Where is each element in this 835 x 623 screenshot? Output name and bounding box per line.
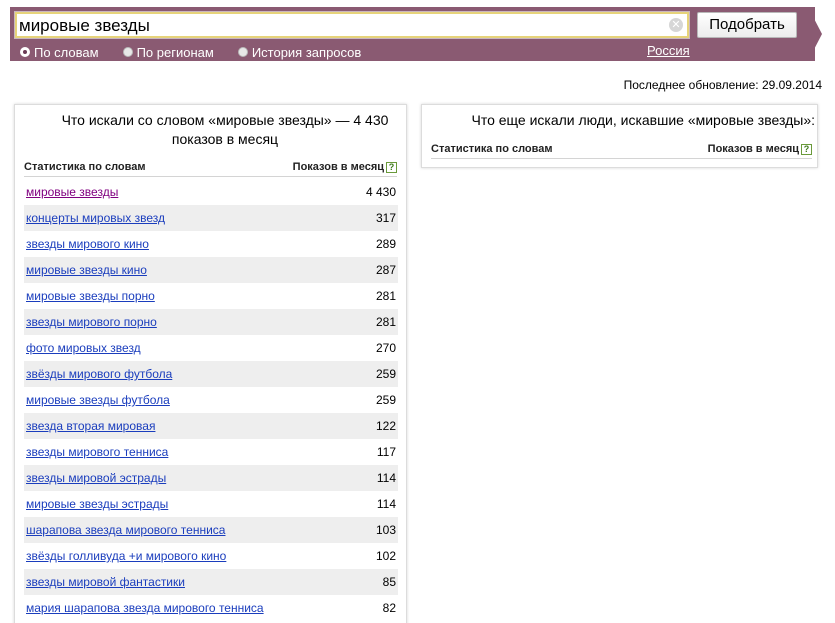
table-row: звёзды мирового футбола 259 [24,361,398,387]
column-count-header: Показов в месяц? [293,161,397,173]
left-table-header: Статистика по словам Показов в месяц? [24,161,397,177]
table-row: звезды мировой эстрады 114 [24,465,398,491]
radio-unchecked-icon[interactable] [237,47,248,57]
table-row: звезда вторая мировая 122 [24,413,398,439]
mode-query-history[interactable]: История запросов [237,44,362,60]
impressions-count: 281 [375,315,396,329]
table-row: мировые звезды кино 287 [24,257,398,283]
table-row: звезды мировой фантастики 85 [24,569,398,595]
mode-by-regions[interactable]: По регионам [122,44,214,60]
impressions-count: 259 [375,367,396,381]
keyword-link[interactable]: звезды мирового тенниса [26,445,168,459]
search-mode-options: По словам По регионам История запросов [20,44,385,60]
table-row: звезды мирового тенниса 117 [24,439,398,465]
column-keyword-header: Статистика по словам [24,161,146,173]
impressions-count: 287 [375,263,396,277]
mode-label: По регионам [136,44,214,60]
table-row: концерты мировых звезд 317 [24,205,398,231]
impressions-count: 4 430 [365,185,396,199]
keyword-link[interactable]: мировые звезды эстрады [26,497,168,511]
search-input[interactable] [19,15,659,37]
clear-icon[interactable]: ✕ [669,18,683,32]
impressions-count: 114 [376,497,396,511]
keyword-link[interactable]: мировые звезды кино [26,263,147,277]
radio-checked-icon[interactable] [20,47,30,57]
left-rows-list: мировые звезды 4 430 концерты мировых звез… [24,179,398,621]
keyword-link[interactable]: звезды мировой эстрады [26,471,166,485]
left-panel-title: Что искали со словом «мировые звезды» — … [61,112,389,147]
table-row: мировые звезды 4 430 [24,179,398,205]
impressions-count: 317 [375,211,396,225]
column-keyword-header: Статистика по словам [431,143,553,155]
keyword-link[interactable]: звезда вторая мировая [26,419,155,433]
impressions-count: 114 [376,471,396,485]
impressions-count: 259 [375,393,396,407]
keyword-link[interactable]: звезды мировой фантастики [26,575,185,589]
keyword-link[interactable]: шарапова звезда мирового тенниса [26,523,225,537]
keyword-link[interactable]: мировые звезды футбола [26,393,170,407]
right-panel-title: Что еще искали люди, искавшие «мировые з… [471,112,815,128]
keyword-link[interactable]: звезды мирового порно [26,315,157,329]
help-icon[interactable]: ? [801,143,812,155]
header-arrow-decoration [808,7,822,61]
right-table-header: Статистика по словам Показов в месяц? [431,143,812,159]
impressions-count: 102 [375,549,396,563]
keyword-link[interactable]: концерты мировых звезд [26,211,165,225]
table-row: мировые звезды эстрады 114 [24,491,398,517]
table-row: мария шарапова звезда мирового тенниса 82 [24,595,398,621]
impressions-count: 289 [375,237,396,251]
impressions-count: 122 [375,419,396,433]
table-row: звезды мирового порно 281 [24,309,398,335]
impressions-count: 117 [376,445,396,459]
region-link[interactable]: Россия [647,43,690,58]
keyword-link[interactable]: фото мировых звезд [26,341,141,355]
right-stats-panel: Что еще искали люди, искавшие «мировые з… [421,104,818,168]
mode-label: История запросов [251,44,362,60]
impressions-count: 82 [382,601,396,615]
table-row: звёзды голливуда +и мирового кино 102 [24,543,398,569]
keyword-link[interactable]: звезды мирового кино [26,237,149,251]
table-row: мировые звезды порно 281 [24,283,398,309]
radio-unchecked-icon[interactable] [122,47,133,57]
keyword-link[interactable]: мария шарапова звезда мирового тенниса [26,601,264,615]
impressions-count: 270 [375,341,396,355]
table-row: фото мировых звезд 270 [24,335,398,361]
impressions-count: 103 [375,523,396,537]
mode-by-words[interactable]: По словам [20,45,99,60]
keyword-link[interactable]: звёзды голливуда +и мирового кино [26,549,226,563]
impressions-count: 85 [382,575,396,589]
keyword-link[interactable]: звёзды мирового футбола [26,367,172,381]
impressions-count: 281 [375,289,396,303]
table-row: шарапова звезда мирового тенниса 103 [24,517,398,543]
help-icon[interactable]: ? [386,161,397,173]
last-update-text: Последнее обновление: 29.09.2014 [623,78,822,92]
search-box[interactable]: ✕ [14,11,690,39]
left-stats-panel: Что искали со словом «мировые звезды» — … [14,104,407,623]
keyword-link[interactable]: мировые звезды [26,185,118,199]
column-count-header: Показов в месяц? [708,143,812,155]
table-row: звезды мирового кино 289 [24,231,398,257]
mode-label: По словам [34,44,99,60]
keyword-link[interactable]: мировые звезды порно [26,289,155,303]
submit-button[interactable]: Подобрать [697,12,797,38]
table-row: мировые звезды футбола 259 [24,387,398,413]
